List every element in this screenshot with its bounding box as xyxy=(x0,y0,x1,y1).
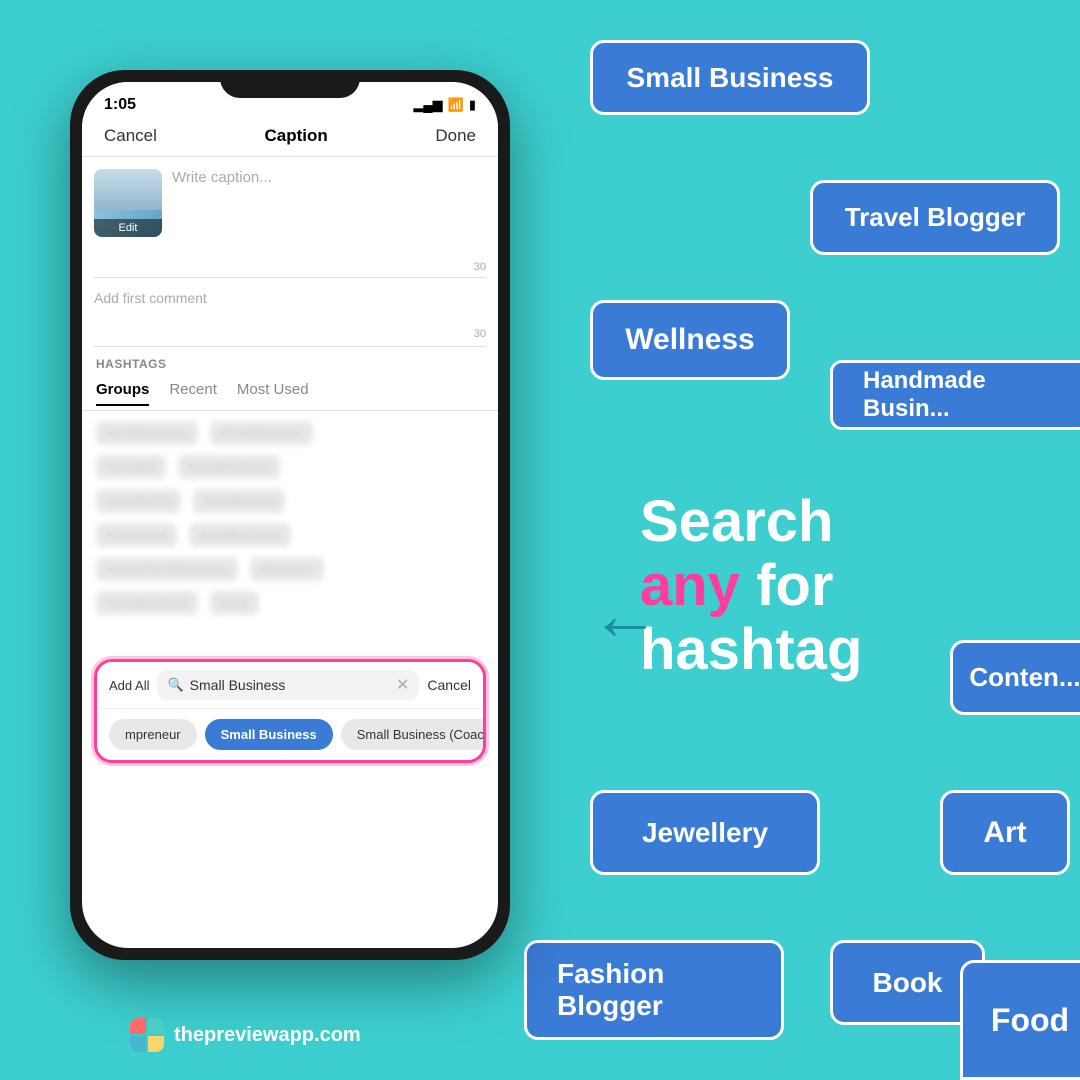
comment-area[interactable]: Add first comment xyxy=(82,278,498,328)
search-cancel-button[interactable]: Cancel xyxy=(427,677,471,693)
hashtag-item: #shopsmall xyxy=(96,523,177,547)
hashtag-item: #etsy xyxy=(210,591,259,615)
cancel-button[interactable]: Cancel xyxy=(104,126,157,146)
hashtag-item: #smallbusiness xyxy=(178,455,280,479)
hashtag-item: #smallbiz xyxy=(96,455,166,479)
add-all-button[interactable]: Add All xyxy=(109,678,149,693)
chip-entrepreneur[interactable]: mpreneur xyxy=(109,719,197,750)
bottom-branding: thepreviewapp.com xyxy=(130,1018,361,1052)
brand-icon-q1 xyxy=(130,1018,146,1034)
category-wellness[interactable]: Wellness xyxy=(590,300,790,380)
tab-most-used[interactable]: Most Used xyxy=(237,381,309,406)
comment-char-count: 30 xyxy=(82,328,498,346)
hashtag-tabs: Groups Recent Most Used xyxy=(82,377,498,411)
left-arrow-icon: ← xyxy=(590,575,660,655)
category-content[interactable]: Conten... xyxy=(950,640,1080,715)
brand-icon-q3 xyxy=(130,1036,146,1052)
category-art[interactable]: Art xyxy=(940,790,1070,875)
caption-thumbnail: Edit xyxy=(94,169,162,237)
nav-title: Caption xyxy=(265,126,328,146)
search-cta-for: for xyxy=(756,553,833,618)
caption-char-count: 30 xyxy=(82,257,498,277)
search-cta-line1: Search xyxy=(640,490,1010,554)
brand-logo-icon xyxy=(130,1018,164,1052)
caption-input[interactable]: Write caption... xyxy=(162,169,486,245)
hashtags-label: HASHTAGS xyxy=(96,357,166,371)
hashtag-row-1: #smallbusiness #smallbizowner xyxy=(96,421,484,445)
battery-icon: ▮ xyxy=(469,97,476,113)
edit-label[interactable]: Edit xyxy=(94,219,162,237)
phone-screen: 1:05 ▂▄▆ 📶 ▮ Cancel Caption Done Edit xyxy=(82,82,498,948)
signal-icon: ▂▄▆ xyxy=(413,97,442,113)
chip-small-business[interactable]: Small Business xyxy=(205,719,333,750)
hashtags-section: HASHTAGS xyxy=(82,347,498,377)
search-clear-button[interactable]: ✕ xyxy=(396,675,409,695)
search-icon: 🔍 xyxy=(167,677,183,693)
category-food[interactable]: Food xyxy=(960,960,1080,1080)
hashtag-row-6: #smallbusiness #etsy xyxy=(96,591,484,615)
hashtag-item: #smallbusiness xyxy=(96,421,198,445)
search-chips-row: mpreneur Small Business Small Business (… xyxy=(97,709,483,760)
search-input-value: Small Business xyxy=(190,677,390,693)
brand-icon-q4 xyxy=(148,1036,164,1052)
hashtag-row-5: #supportsmallbusiness #business xyxy=(96,557,484,581)
hashtag-row-2: #smallbiz #smallbusiness xyxy=(96,455,484,479)
tab-groups[interactable]: Groups xyxy=(96,381,149,406)
chip-small-business-coach[interactable]: Small Business (Coach) xyxy=(341,719,483,750)
phone-outer-shell: 1:05 ▂▄▆ 📶 ▮ Cancel Caption Done Edit xyxy=(70,70,510,960)
hashtag-item: #smallbusiness xyxy=(96,591,198,615)
wifi-icon: 📶 xyxy=(448,97,464,113)
search-bar-row: Add All 🔍 Small Business ✕ Cancel xyxy=(97,662,483,709)
status-icons: ▂▄▆ 📶 ▮ xyxy=(413,97,476,113)
category-travel-blogger[interactable]: Travel Blogger xyxy=(810,180,1060,255)
phone-mockup: 1:05 ▂▄▆ 📶 ▮ Cancel Caption Done Edit xyxy=(70,70,510,960)
caption-placeholder-text: Write caption... xyxy=(172,169,272,186)
search-cta-line2: any for xyxy=(640,554,1010,618)
done-button[interactable]: Done xyxy=(435,126,476,146)
search-input-wrapper[interactable]: 🔍 Small Business ✕ xyxy=(157,670,419,700)
category-handmade-business[interactable]: Handmade Busin... xyxy=(830,360,1080,430)
hashtag-item: #smallbizlife xyxy=(96,489,181,513)
caption-area: Edit Write caption... xyxy=(82,157,498,257)
hashtag-row-4: #shopsmall #smallbizowner xyxy=(96,523,484,547)
category-small-business[interactable]: Small Business xyxy=(590,40,870,115)
hashtag-item: #smallbizlove xyxy=(193,489,285,513)
hashtag-item: #supportsmallbusiness xyxy=(96,557,238,581)
hashtag-item: #business xyxy=(250,557,324,581)
hashtag-item: #smallbizowner xyxy=(189,523,292,547)
hashtag-item: #smallbizowner xyxy=(210,421,313,445)
status-time: 1:05 xyxy=(104,96,136,114)
search-overlay: Add All 🔍 Small Business ✕ Cancel mprene… xyxy=(94,659,486,763)
brand-icon-q2 xyxy=(148,1018,164,1034)
nav-bar: Cancel Caption Done xyxy=(82,120,498,157)
comment-placeholder-text: Add first comment xyxy=(94,290,207,306)
tab-recent[interactable]: Recent xyxy=(169,381,217,406)
brand-website: thepreviewapp.com xyxy=(174,1024,361,1047)
hashtag-list: #smallbusiness #smallbizowner #smallbiz … xyxy=(82,411,498,651)
category-jewellery[interactable]: Jewellery xyxy=(590,790,820,875)
hashtag-row-3: #smallbizlife #smallbizlove xyxy=(96,489,484,513)
category-fashion-blogger[interactable]: Fashion Blogger xyxy=(524,940,784,1040)
phone-notch xyxy=(220,70,360,98)
